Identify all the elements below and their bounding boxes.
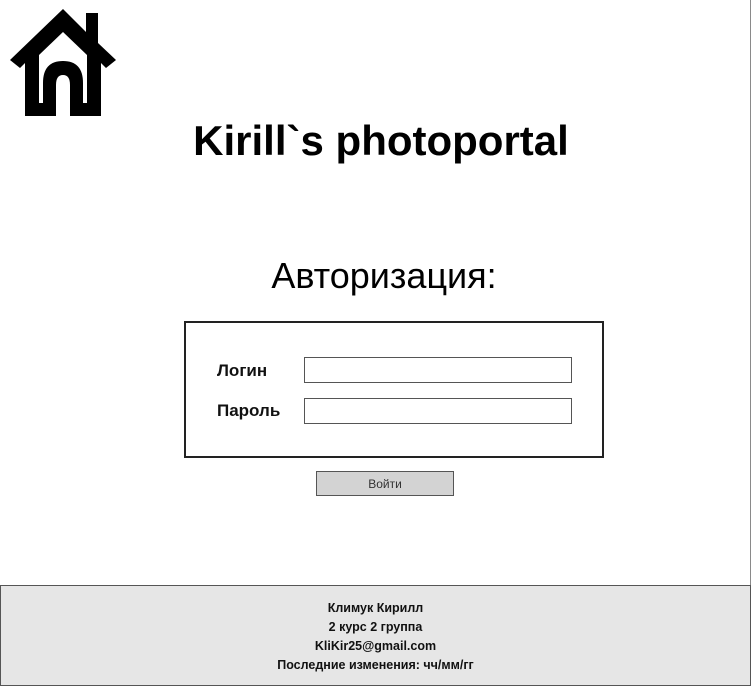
password-input[interactable] [304, 398, 572, 424]
site-title: Kirill`s photoportal [193, 117, 569, 164]
footer-author: Климук Кирилл [327, 601, 424, 615]
home-icon [10, 9, 116, 116]
page: Kirill`s photoportal Авторизация: Логин … [0, 0, 751, 686]
footer: Климук Кирилл 2 курс 2 группа KliKir25@g… [0, 585, 751, 686]
login-form: Логин Пароль [184, 321, 604, 458]
footer-last-modified: Последние изменения: чч/мм/гг [277, 658, 474, 672]
login-label: Логин [217, 361, 268, 380]
login-input[interactable] [304, 357, 572, 383]
auth-heading: Авторизация: [271, 255, 497, 296]
login-button[interactable]: Войти [316, 471, 454, 496]
home-link[interactable] [6, 5, 120, 118]
footer-email: KliKir25@gmail.com [314, 639, 437, 653]
footer-group: 2 курс 2 группа [328, 620, 423, 634]
password-label: Пароль [217, 401, 281, 420]
